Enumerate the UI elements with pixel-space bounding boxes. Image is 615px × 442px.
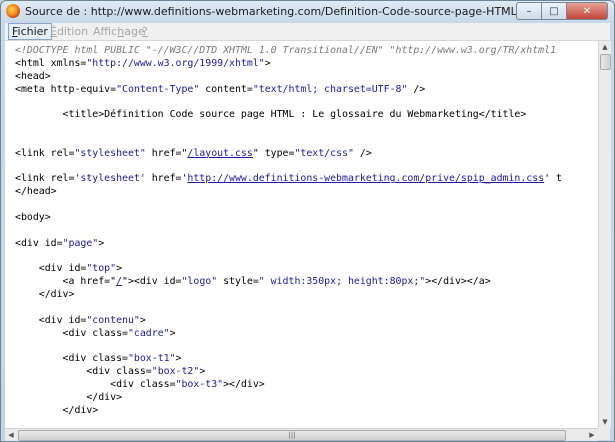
browser-window: Source de : http://www.definitions-webma… [0, 0, 615, 442]
firefox-logo-icon [6, 4, 20, 18]
menu-affichage[interactable]: Affichage [93, 25, 145, 38]
meta-http-equiv-value: "Content-Type" [116, 83, 200, 95]
div-top-id-value: "top" [86, 263, 117, 275]
div-box-t1-close: </div> [15, 404, 99, 416]
window-controls: – □ ✕ [516, 2, 608, 20]
menu-edition[interactable]: Édition [50, 25, 88, 38]
div-page-tag-end: > [98, 237, 105, 249]
div-contenu-id-value: "contenu" [86, 314, 140, 326]
logo-id-value: "logo" [181, 276, 218, 288]
link-1-rel-value: "stylesheet" [74, 147, 146, 159]
body-open-tag: <body> [15, 211, 51, 223]
div-box-t3-class-value: "box-t3" [175, 378, 224, 390]
div-top-close: </div> [15, 289, 75, 301]
div-box-t1-tag-end: > [175, 353, 182, 365]
logo-style-value: " width:350px; height:80px;" [258, 276, 426, 288]
menu-help-label: ? [142, 25, 148, 38]
menu-affichage-label-a: Affic [93, 25, 118, 38]
div-box-t2-tag: <div class= [15, 366, 152, 378]
div-page-id-value: "page" [62, 237, 99, 249]
vertical-scroll-thumb[interactable] [600, 54, 611, 70]
scroll-down-arrow-icon[interactable]: ▼ [599, 416, 611, 428]
source-code: <!DOCTYPE html PUBLIC "-//W3C//DTD XHTML… [15, 45, 562, 417]
head-close-tag: </head> [15, 186, 57, 198]
source-view[interactable]: <!DOCTYPE html PUBLIC "-//W3C//DTD XHTML… [5, 41, 598, 428]
div-box-t2-tag-end: > [199, 366, 206, 378]
horizontal-scrollbar[interactable]: ◀ ||| ▶ [5, 428, 598, 441]
div-contenu-tag-end: > [139, 314, 146, 326]
menu-fichier[interactable]: Fichier [8, 23, 52, 40]
scroll-right-arrow-icon[interactable]: ▶ [586, 429, 598, 441]
title-line: <title>Définition Code source page HTML … [15, 109, 527, 121]
div-top-tag: <div id= [15, 263, 87, 275]
spip-admin-css-link[interactable]: http://www.definitions-webmarketing.com/… [187, 173, 544, 184]
logo-div-tag: "><div id= [122, 276, 182, 288]
scroll-grip-icon: ||| [288, 431, 296, 439]
link-2-href-attr: href=' [145, 173, 188, 185]
scroll-up-arrow-icon[interactable]: ▲ [599, 41, 611, 53]
link-1-type-attr: " type= [252, 147, 295, 159]
meta-tag: <meta http-equiv= [15, 83, 117, 95]
html-tag-end: > [264, 57, 271, 69]
div-box-t2-close: </div> [15, 391, 123, 403]
div-box-t2-class-value: "box-t2" [151, 366, 200, 378]
link-tag-1: <link rel= [15, 147, 75, 159]
minimize-button[interactable]: – [516, 2, 542, 20]
scroll-left-arrow-icon[interactable]: ◀ [5, 429, 17, 441]
head-open-tag: <head> [15, 70, 51, 82]
meta-content-attr: content= [199, 83, 253, 95]
div-top-tag-end: > [116, 263, 123, 275]
div-page-tag: <div id= [15, 237, 63, 249]
html-tag: <html xmlns= [15, 57, 87, 69]
link-tag-2: <link rel= [15, 173, 75, 185]
div-contenu-tag: <div id= [15, 314, 87, 326]
div-cadre-tag: <div class= [15, 327, 128, 339]
div-box-t3-tag-end: ></div> [223, 378, 265, 390]
menu-bar: Fichier Édition Affichage ? [5, 23, 610, 41]
div-box-t3-tag: <div class= [15, 378, 176, 390]
scrollbar-corner [598, 428, 610, 440]
close-button[interactable]: ✕ [567, 2, 608, 20]
div-box-t1-tag: <div class= [15, 353, 128, 365]
menu-edition-accesskey: É [50, 25, 57, 38]
maximize-button[interactable]: □ [542, 2, 567, 20]
horizontal-scroll-thumb[interactable]: ||| [18, 430, 566, 441]
meta-tag-end: /> [407, 83, 426, 95]
meta-content-value: "text/html; charset=UTF-8" [252, 83, 408, 95]
doctype-line: <!DOCTYPE html PUBLIC "-//W3C//DTD XHTML… [15, 45, 557, 56]
link-1-href-attr: href=" [145, 147, 188, 159]
menu-edition-label: dition [56, 25, 89, 38]
vertical-scrollbar[interactable]: ▲ ▼ [598, 41, 611, 428]
logo-style-attr: style= [217, 276, 259, 288]
link-2-rest: ' t [544, 173, 562, 185]
logo-tag-end: ></div></a> [425, 276, 491, 288]
link-1-type-value: "text/css" [294, 147, 354, 159]
div-cadre-tag-end: > [169, 327, 176, 339]
layout-css-link[interactable]: /layout.css [187, 148, 252, 159]
link-1-end: /> [353, 147, 372, 159]
menu-help[interactable]: ? [142, 25, 148, 38]
anchor-tag: <a href=" [15, 276, 117, 288]
title-bar[interactable]: Source de : http://www.definitions-webma… [1, 1, 614, 23]
div-cadre-class-value: "cadre" [127, 327, 170, 339]
menu-fichier-label: ichier [17, 25, 48, 38]
html-xmlns-value: "http://www.w3.org/1999/xhtml" [86, 57, 265, 69]
link-2-rel-value: 'stylesheet' [74, 173, 146, 185]
div-box-t1-class-value: "box-t1" [127, 353, 176, 365]
